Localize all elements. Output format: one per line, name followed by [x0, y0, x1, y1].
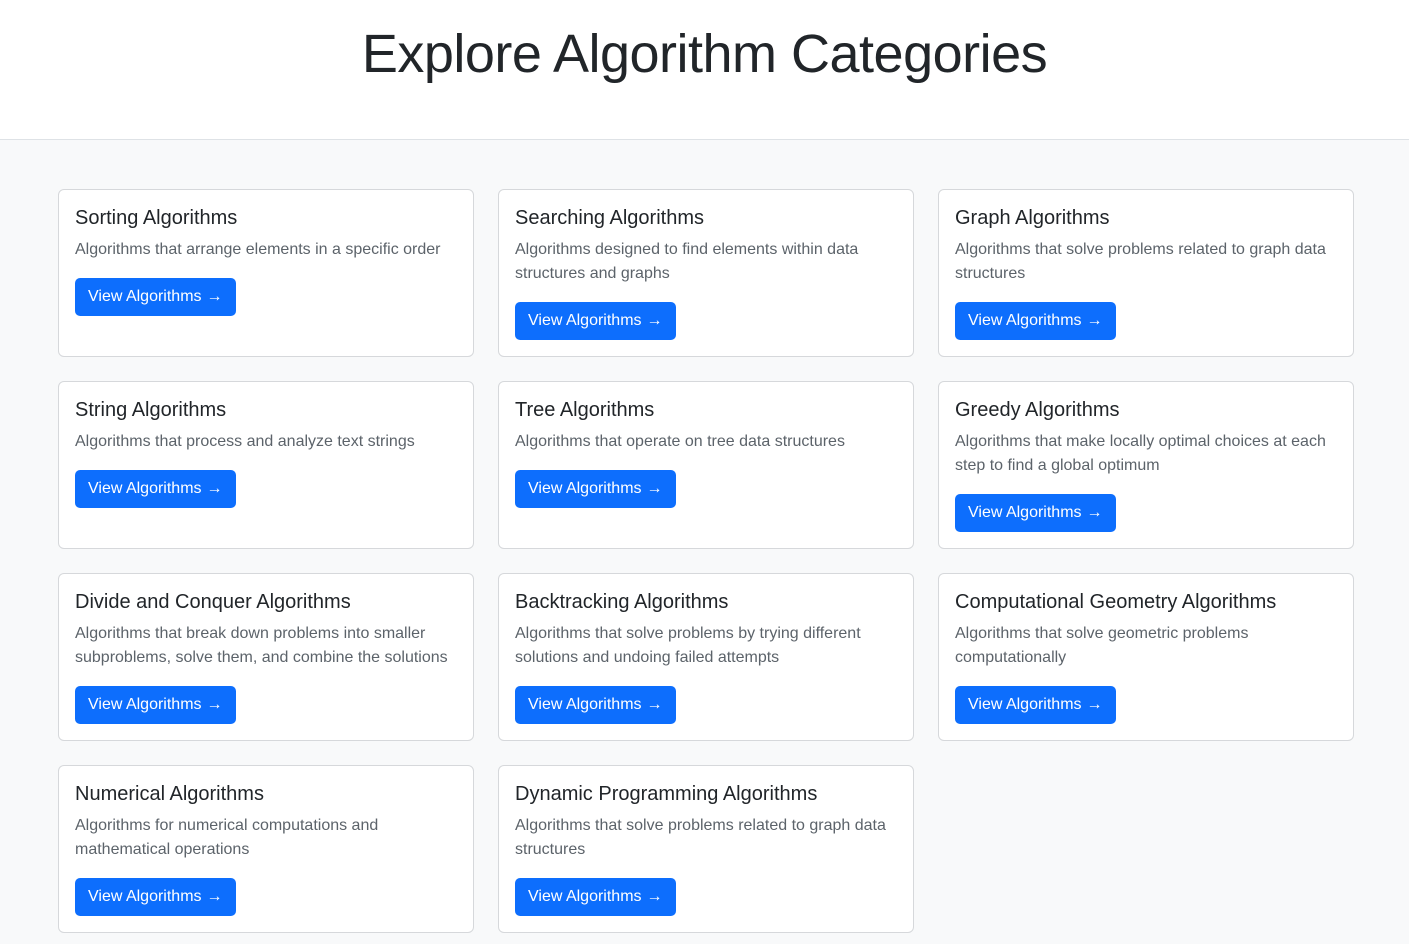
- card-title: Graph Algorithms: [955, 207, 1110, 229]
- view-algorithms-button[interactable]: View Algorithms →: [515, 686, 676, 724]
- card-description: Algorithms that solve geometric problems…: [955, 625, 1249, 666]
- arrow-right-icon: →: [1086, 504, 1103, 521]
- card-title: Greedy Algorithms: [955, 399, 1120, 421]
- view-algorithms-button[interactable]: View Algorithms →: [515, 878, 676, 916]
- card-description: Algorithms designed to find elements wit…: [515, 241, 859, 282]
- arrow-right-icon: →: [646, 480, 663, 497]
- category-grid: Sorting Algorithms Algorithms that arran…: [58, 189, 1354, 933]
- view-algorithms-button[interactable]: View Algorithms →: [75, 470, 236, 508]
- card-title: Sorting Algorithms: [75, 207, 238, 229]
- card-title: Computational Geometry Algorithms: [955, 591, 1277, 613]
- card-description: Algorithms that solve problems related t…: [955, 241, 1326, 282]
- button-label: View Algorithms: [528, 312, 642, 329]
- category-card: String Algorithms Algorithms that proces…: [58, 381, 474, 549]
- page-header: Explore Algorithm Categories: [0, 0, 1409, 140]
- category-card: Dynamic Programming Algorithms Algorithm…: [498, 765, 914, 933]
- card-title: Searching Algorithms: [515, 207, 704, 229]
- view-algorithms-button[interactable]: View Algorithms →: [955, 302, 1116, 340]
- button-label: View Algorithms: [88, 288, 202, 305]
- arrow-right-icon: →: [1086, 696, 1103, 713]
- arrow-right-icon: →: [206, 888, 223, 905]
- card-description: Algorithms that solve problems by trying…: [515, 625, 861, 666]
- card-description: Algorithms that process and analyze text…: [75, 433, 415, 450]
- button-label: View Algorithms: [528, 696, 642, 713]
- category-card: Searching Algorithms Algorithms designed…: [498, 189, 914, 357]
- card-title: String Algorithms: [75, 399, 227, 421]
- arrow-right-icon: →: [646, 312, 663, 329]
- view-algorithms-button[interactable]: View Algorithms →: [75, 686, 236, 724]
- button-label: View Algorithms: [88, 888, 202, 905]
- arrow-right-icon: →: [206, 288, 223, 305]
- arrow-right-icon: →: [1086, 312, 1103, 329]
- arrow-right-icon: →: [206, 696, 223, 713]
- card-title: Divide and Conquer Algorithms: [75, 591, 351, 613]
- view-algorithms-button[interactable]: View Algorithms →: [515, 302, 676, 340]
- category-card: Graph Algorithms Algorithms that solve p…: [938, 189, 1354, 357]
- category-card: Greedy Algorithms Algorithms that make l…: [938, 381, 1354, 549]
- button-label: View Algorithms: [88, 696, 202, 713]
- category-card: Tree Algorithms Algorithms that operate …: [498, 381, 914, 549]
- category-card: Divide and Conquer Algorithms Algorithms…: [58, 573, 474, 741]
- button-label: View Algorithms: [88, 480, 202, 497]
- card-title: Dynamic Programming Algorithms: [515, 783, 818, 805]
- view-algorithms-button[interactable]: View Algorithms →: [75, 878, 236, 916]
- arrow-right-icon: →: [206, 480, 223, 497]
- button-label: View Algorithms: [968, 312, 1082, 329]
- view-algorithms-button[interactable]: View Algorithms →: [515, 470, 676, 508]
- card-title: Backtracking Algorithms: [515, 591, 729, 613]
- category-card: Sorting Algorithms Algorithms that arran…: [58, 189, 474, 357]
- card-description: Algorithms that arrange elements in a sp…: [75, 241, 441, 258]
- view-algorithms-button[interactable]: View Algorithms →: [955, 494, 1116, 532]
- button-label: View Algorithms: [968, 696, 1082, 713]
- card-description: Algorithms that break down problems into…: [75, 625, 448, 666]
- card-title: Numerical Algorithms: [75, 783, 264, 805]
- arrow-right-icon: →: [646, 888, 663, 905]
- card-title: Tree Algorithms: [515, 399, 655, 421]
- button-label: View Algorithms: [968, 504, 1082, 521]
- category-card: Computational Geometry Algorithms Algori…: [938, 573, 1354, 741]
- button-label: View Algorithms: [528, 888, 642, 905]
- card-description: Algorithms that make locally optimal cho…: [955, 433, 1326, 474]
- category-card: Numerical Algorithms Algorithms for nume…: [58, 765, 474, 933]
- card-description: Algorithms that solve problems related t…: [515, 817, 886, 858]
- page-title: Explore Algorithm Categories: [361, 24, 1048, 84]
- card-description: Algorithms that operate on tree data str…: [515, 433, 845, 450]
- view-algorithms-button[interactable]: View Algorithms →: [75, 278, 236, 316]
- button-label: View Algorithms: [528, 480, 642, 497]
- category-card: Backtracking Algorithms Algorithms that …: [498, 573, 914, 741]
- view-algorithms-button[interactable]: View Algorithms →: [955, 686, 1116, 724]
- arrow-right-icon: →: [646, 696, 663, 713]
- card-description: Algorithms for numerical computations an…: [75, 817, 379, 858]
